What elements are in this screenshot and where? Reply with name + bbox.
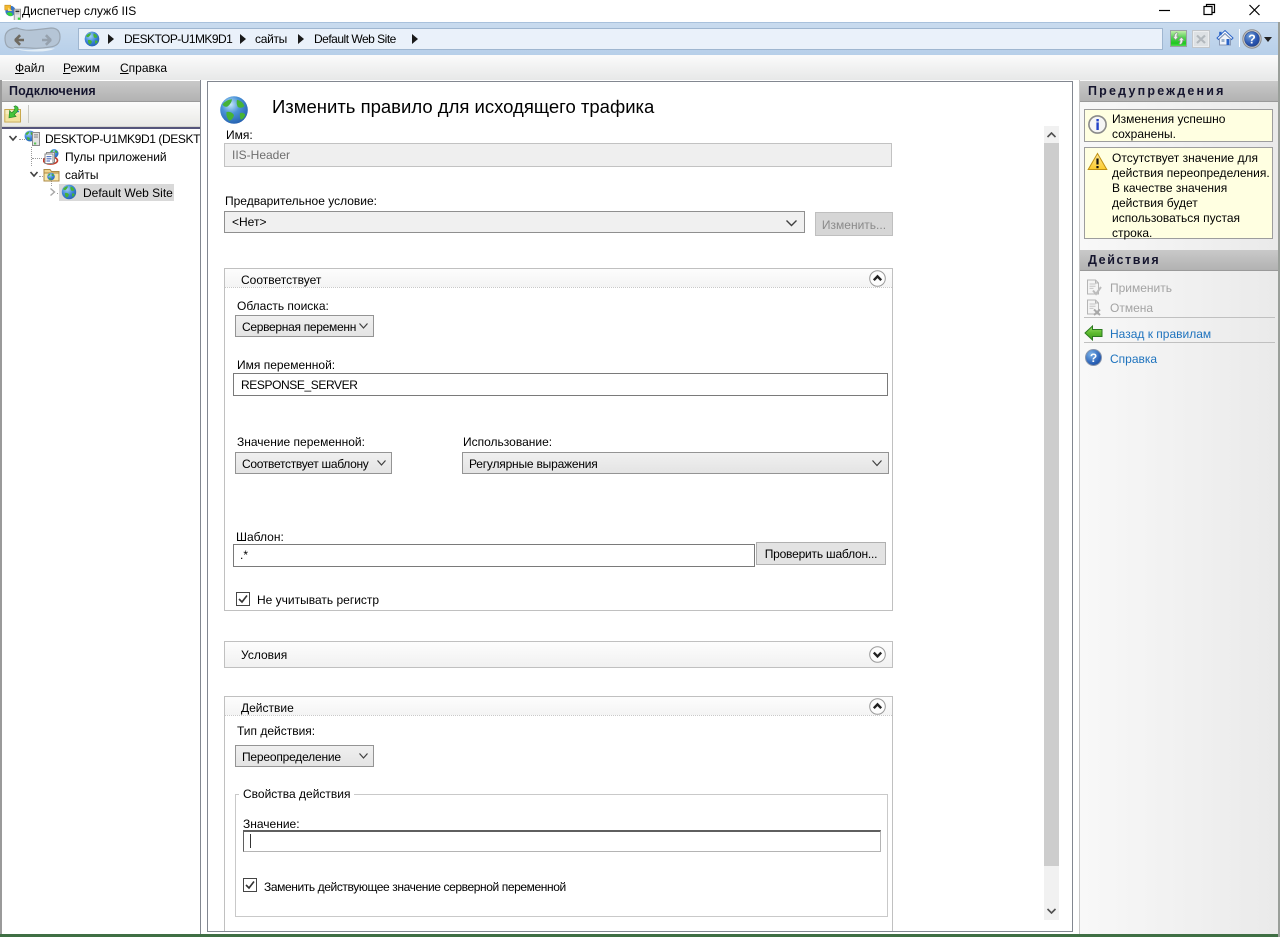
svg-text:?: ? [1090,351,1097,365]
svg-text:?: ? [1248,33,1256,47]
